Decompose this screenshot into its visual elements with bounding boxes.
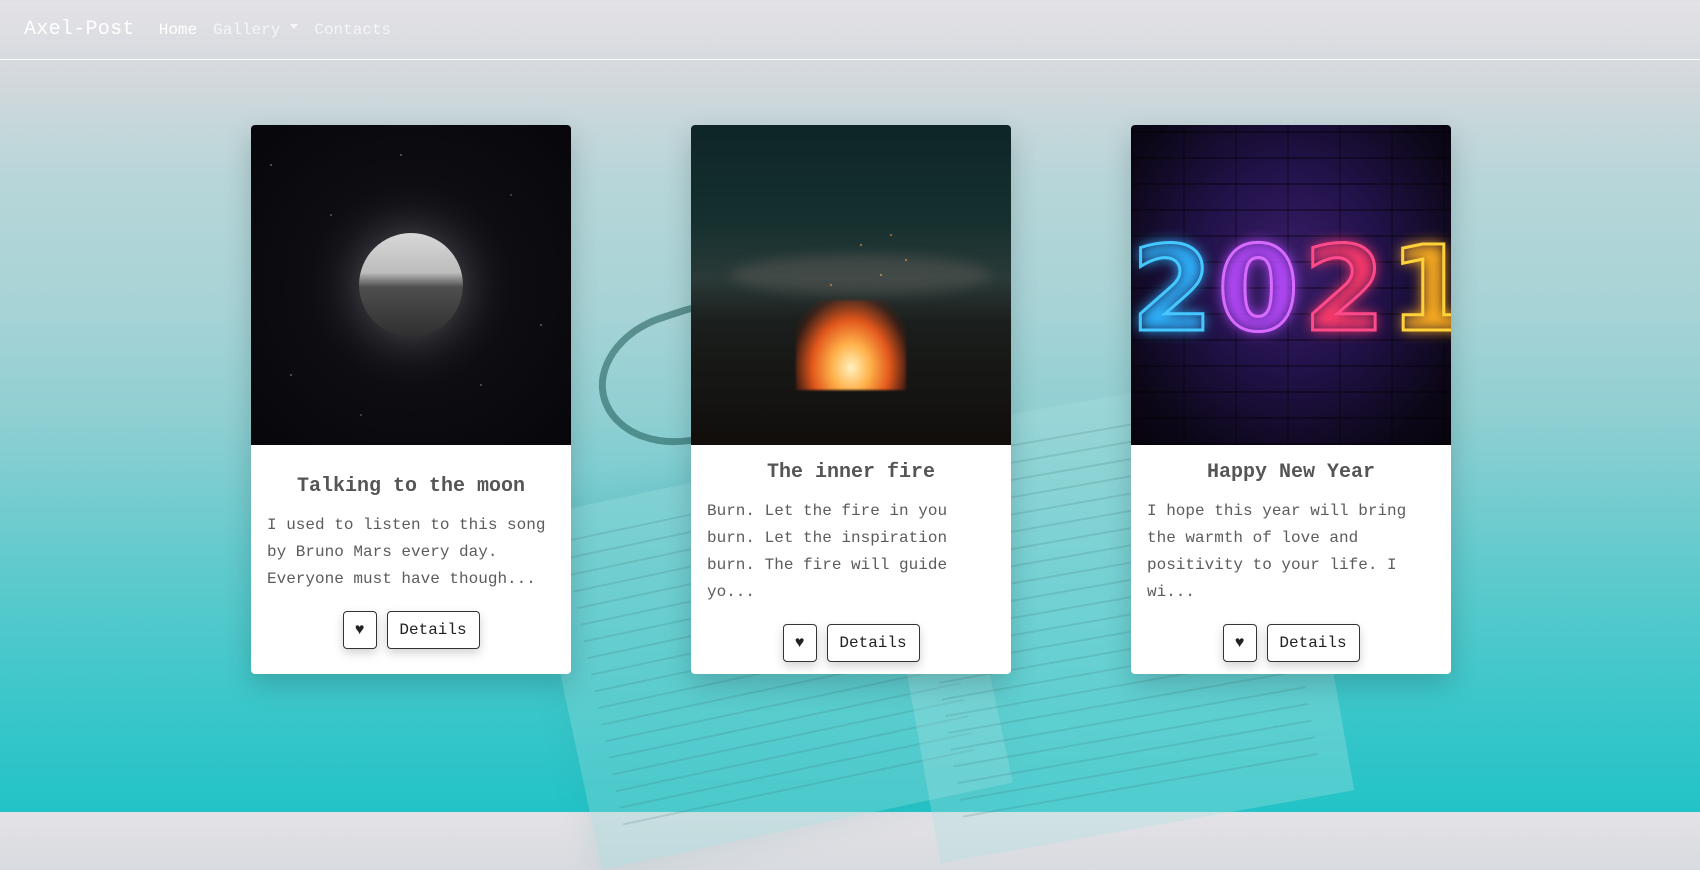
nav-gallery-dropdown[interactable]: Gallery [213, 20, 299, 39]
card-title: The inner fire [766, 461, 936, 484]
like-button[interactable]: ♥ [1222, 624, 1257, 662]
card-actions: ♥ Details [1147, 624, 1435, 662]
caret-down-icon [290, 24, 299, 29]
like-button[interactable]: ♥ [782, 624, 817, 662]
navbar: Axel-Post Home Gallery Contacts [0, 0, 1700, 60]
nav-home[interactable]: Home [159, 21, 197, 39]
card-title: Talking to the moon [296, 475, 526, 498]
brand-logo[interactable]: Axel-Post [24, 18, 135, 41]
card-actions: ♥ Details [267, 611, 555, 649]
campfire-photo [691, 125, 1011, 445]
post-card: Talking to the moon I used to listen to … [251, 125, 571, 674]
card-actions: ♥ Details [707, 624, 995, 662]
nav-contacts[interactable]: Contacts [314, 21, 391, 39]
nav-gallery-label: Gallery [213, 20, 281, 39]
details-button[interactable]: Details [386, 611, 480, 649]
post-card: 2021 Happy New Year I hope this year wil… [1131, 125, 1451, 674]
card-text: I hope this year will bring the warmth o… [1147, 502, 1407, 601]
card-title: Happy New Year [1206, 461, 1376, 484]
neon-year-text: 2021 [1131, 219, 1451, 360]
card-body: Happy New Year I hope this year will bri… [1131, 445, 1451, 662]
moon-photo [251, 125, 571, 445]
post-card: The inner fire Burn. Let the fire in you… [691, 125, 1011, 674]
fire-icon [796, 300, 906, 390]
card-text: Burn. Let the fire in you burn. Let the … [707, 502, 948, 601]
like-button[interactable]: ♥ [342, 611, 377, 649]
card-body: The inner fire Burn. Let the fire in you… [691, 445, 1011, 662]
neon-2021-photo: 2021 [1131, 125, 1451, 445]
details-button[interactable]: Details [826, 624, 920, 662]
details-button[interactable]: Details [1266, 624, 1360, 662]
card-body: Talking to the moon I used to listen to … [251, 445, 571, 649]
card-text: I used to listen to this song by Bruno M… [267, 516, 546, 588]
moon-icon [359, 233, 463, 337]
